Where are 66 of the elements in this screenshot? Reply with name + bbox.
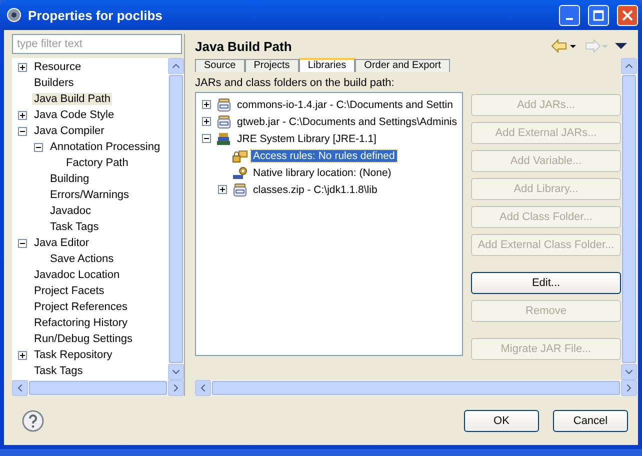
- expand-icon[interactable]: [202, 117, 211, 126]
- vertical-scrollbar[interactable]: [621, 58, 637, 380]
- maximize-button[interactable]: [588, 4, 609, 26]
- build-path-entry[interactable]: classes.zip - C:\jdk1.1.8\lib: [251, 184, 380, 196]
- build-path-entry[interactable]: commons-io-1.4.jar - C:\Documents and Settin: [235, 98, 455, 110]
- tree-item[interactable]: Resource: [32, 61, 84, 73]
- page-title: Java Build Path: [195, 38, 293, 54]
- window-title: Properties for poclibs: [28, 8, 164, 22]
- close-button[interactable]: [617, 4, 638, 26]
- build-path-entry[interactable]: Native library location: (None): [251, 166, 394, 178]
- expand-icon[interactable]: [18, 62, 27, 72]
- tab[interactable]: Order and Export: [355, 59, 450, 72]
- list-label: JARs and class folders on the build path:: [195, 76, 396, 91]
- build-path-entry[interactable]: JRE System Library [JRE-1.1]: [235, 132, 378, 144]
- tree-item[interactable]: Task Tags: [48, 221, 101, 233]
- minimize-icon: [566, 18, 573, 20]
- expand-icon[interactable]: [18, 350, 27, 360]
- expand-icon[interactable]: [202, 100, 211, 109]
- tree-item[interactable]: Task Tags: [32, 365, 85, 377]
- tree-item[interactable]: Refactoring History: [32, 317, 130, 329]
- tree-item[interactable]: Java Code Style: [32, 109, 116, 121]
- collapse-icon[interactable]: [18, 238, 27, 248]
- tree-item[interactable]: Java Compiler: [32, 125, 106, 137]
- tree-item[interactable]: Save Actions: [48, 253, 116, 265]
- horizontal-scrollbar[interactable]: [12, 380, 184, 396]
- collapse-icon[interactable]: [18, 126, 27, 136]
- tree-item[interactable]: Builders: [32, 77, 76, 89]
- tree-item[interactable]: Javadoc Location: [32, 269, 122, 281]
- expand-icon[interactable]: [18, 110, 27, 120]
- minimize-button[interactable]: [559, 4, 580, 26]
- tree-item[interactable]: Task Repository: [32, 349, 114, 361]
- tab[interactable]: Libraries: [298, 58, 356, 72]
- close-icon: [622, 10, 633, 20]
- collapse-icon[interactable]: [202, 134, 211, 143]
- build-path-entry[interactable]: Access rules: No rules defined: [251, 150, 397, 162]
- vertical-scrollbar[interactable]: [168, 58, 184, 380]
- tree-item[interactable]: Project References: [32, 301, 130, 313]
- jar-icon: [216, 114, 232, 128]
- horizontal-scrollbar[interactable]: [195, 380, 637, 396]
- tree-item[interactable]: Javadoc: [48, 205, 93, 217]
- maximize-icon: [593, 10, 604, 20]
- tree-item[interactable]: Factory Path: [64, 157, 130, 169]
- back-arrow-icon[interactable]: [551, 39, 577, 53]
- tab[interactable]: Projects: [244, 59, 299, 72]
- jar-icon: [232, 182, 248, 196]
- tree-item[interactable]: Run/Debug Settings: [32, 333, 134, 345]
- tree-item[interactable]: Java Build Path: [32, 93, 112, 105]
- gear-books-icon: [232, 166, 248, 180]
- collapse-icon[interactable]: [34, 142, 43, 152]
- lock-folder-icon: [232, 148, 248, 162]
- action-button[interactable]: Edit...: [471, 272, 621, 294]
- cancel-button[interactable]: Cancel: [553, 410, 628, 432]
- expand-icon[interactable]: [218, 185, 227, 194]
- tree-item[interactable]: Java Editor: [32, 237, 92, 249]
- help-icon[interactable]: [22, 410, 44, 432]
- tree-item[interactable]: Building: [48, 173, 92, 185]
- ok-button[interactable]: OK: [464, 410, 539, 432]
- tree-item[interactable]: Errors/Warnings: [48, 189, 132, 201]
- books-icon: [216, 132, 232, 146]
- filter-field[interactable]: type filter text: [12, 34, 182, 54]
- tab[interactable]: Source: [195, 59, 245, 72]
- tree-item[interactable]: Project Facets: [32, 285, 106, 297]
- menu-icon[interactable]: [615, 42, 627, 50]
- jar-icon: [216, 98, 232, 112]
- tree-item[interactable]: Annotation Processing: [48, 141, 162, 153]
- build-path-entry[interactable]: gtweb.jar - C:\Documents and Settings\Adminis: [235, 116, 460, 128]
